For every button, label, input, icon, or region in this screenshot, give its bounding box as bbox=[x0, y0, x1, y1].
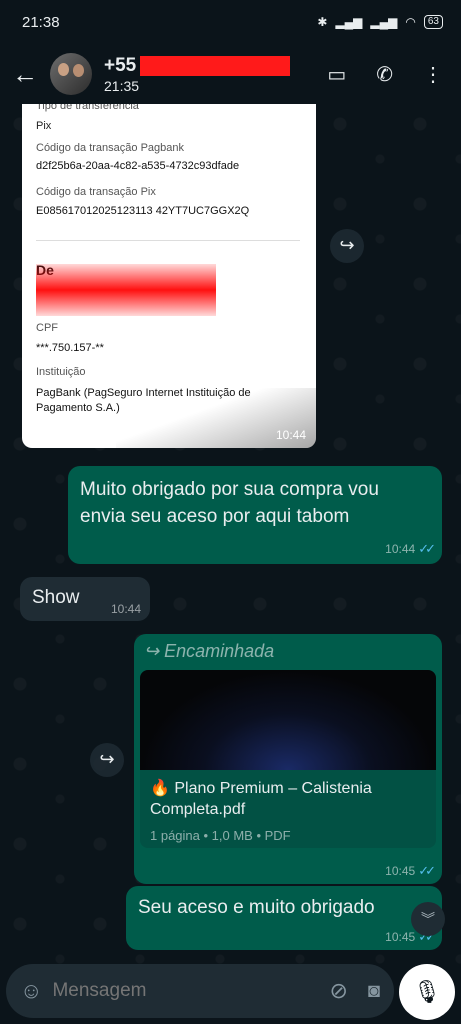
signal-icon-2: ▂▄▆ bbox=[370, 15, 398, 29]
forward-icon[interactable]: ↪ bbox=[330, 229, 364, 263]
avatar[interactable] bbox=[50, 53, 92, 95]
battery-icon: 63 bbox=[423, 15, 443, 29]
message-bubble-outgoing[interactable]: Seu aceso e muito obrigado 10:45 ✓✓ bbox=[126, 886, 442, 950]
document-card[interactable]: 🔥 Plano Premium – Calistenia Completa.pd… bbox=[140, 670, 436, 848]
forward-icon[interactable]: ↪ bbox=[90, 743, 124, 777]
message-text: Show bbox=[32, 587, 80, 608]
message-bubble-incoming[interactable]: Show 10:44 bbox=[20, 577, 150, 621]
message-bubble-outgoing-document[interactable]: ↪ Encaminhada 🔥 Plano Premium – Calisten… bbox=[134, 634, 442, 884]
bluetooth-icon: ✱ bbox=[317, 15, 328, 29]
label-icon[interactable]: ▭ bbox=[327, 62, 346, 87]
scroll-down-chevron-icon[interactable]: ︾ bbox=[411, 902, 445, 936]
forwarded-label: Encaminhada bbox=[164, 641, 275, 661]
redacted-phone bbox=[140, 55, 291, 76]
message-time: 10:45 bbox=[385, 864, 416, 878]
signal-icon: ▂▄▆ bbox=[335, 15, 363, 29]
contact-info[interactable]: +55 21:35 bbox=[104, 55, 327, 94]
message-time: 10:45 bbox=[385, 930, 416, 944]
sticker-icon[interactable]: ☺ bbox=[20, 978, 42, 1004]
mic-icon[interactable]: 🎙 bbox=[399, 964, 455, 1020]
contact-name: +55 bbox=[104, 54, 137, 76]
message-input[interactable] bbox=[52, 980, 330, 1002]
read-ticks-icon: ✓✓ bbox=[418, 541, 436, 556]
status-time: 21:38 bbox=[22, 13, 60, 31]
add-call-icon[interactable]: ✆ bbox=[376, 62, 393, 87]
message-time: 10:44 bbox=[110, 602, 141, 616]
last-seen: 21:35 bbox=[104, 77, 140, 94]
more-options-icon[interactable]: ⋮ bbox=[423, 62, 443, 87]
document-name: 🔥 Plano Premium – Calistenia Completa.pd… bbox=[150, 780, 372, 818]
message-text: Seu aceso e muito obrigado bbox=[138, 897, 375, 918]
message-text: Muito obrigado por sua compra vou envia … bbox=[80, 479, 379, 527]
divider bbox=[36, 240, 300, 241]
wifi-icon: ◠ bbox=[405, 15, 416, 29]
redacted-name bbox=[36, 264, 216, 316]
chat-header: ← +55 21:35 ▭ ✆ ⋮ bbox=[0, 44, 461, 104]
document-preview bbox=[140, 670, 436, 770]
read-ticks-icon: ✓✓ bbox=[418, 863, 436, 878]
camera-icon[interactable]: ◙ bbox=[368, 980, 380, 1003]
message-time: 10:44 bbox=[385, 542, 416, 556]
message-time: 10:44 bbox=[275, 428, 306, 442]
forwarded-icon: ↪ bbox=[144, 641, 160, 661]
status-bar: 21:38 ✱ ▂▄▆ ▂▄▆ ◠ 63 bbox=[0, 0, 461, 44]
receipt-image[interactable]: Tipo de transferência Pix Código da tran… bbox=[22, 104, 316, 448]
attach-icon[interactable]: ⊘ bbox=[329, 978, 347, 1004]
message-composer: ☺ ⊘ ◙ bbox=[6, 964, 394, 1018]
back-arrow-icon[interactable]: ← bbox=[0, 59, 50, 90]
document-meta: 1 página • 1,0 MB • PDF bbox=[150, 828, 291, 843]
message-bubble-outgoing[interactable]: Muito obrigado por sua compra vou envia … bbox=[68, 466, 442, 564]
